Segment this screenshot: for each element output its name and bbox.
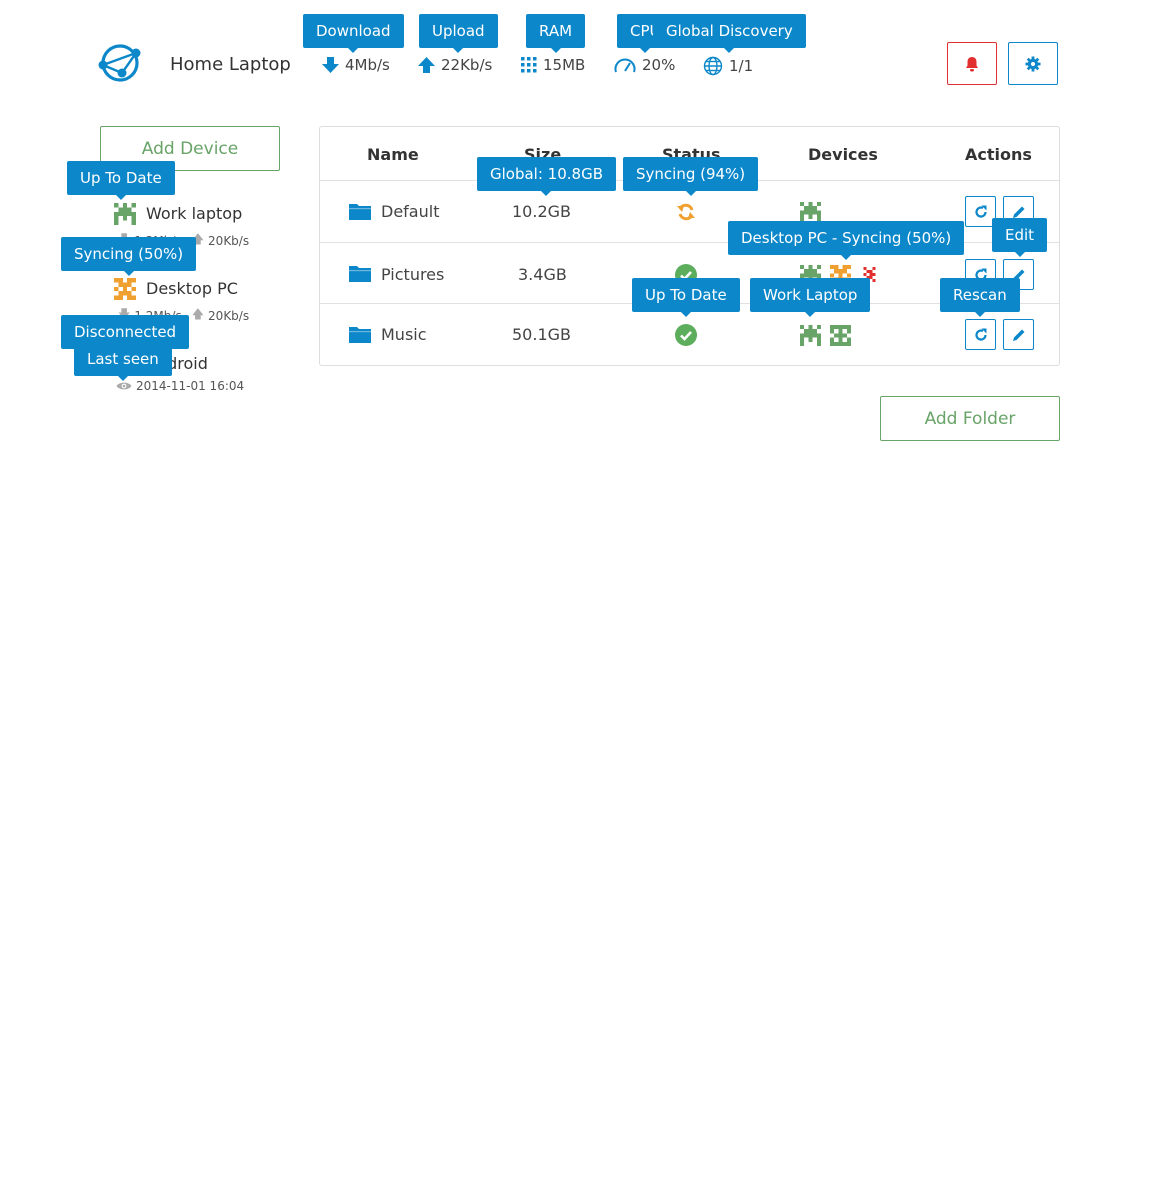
device-name-label: Desktop PC	[146, 279, 238, 298]
folder-name: Default	[381, 202, 440, 221]
bell-icon	[966, 56, 978, 71]
tooltip-pictures-desktop: Desktop PC - Syncing (50%)	[728, 221, 965, 260]
rescan-icon	[974, 205, 987, 218]
tooltip-rescan: Rescan	[940, 278, 1020, 317]
edit-icon	[1012, 329, 1024, 341]
edit-icon	[1012, 206, 1024, 218]
cpu-usage: 20%	[614, 56, 675, 74]
gear-icon	[1025, 56, 1041, 71]
add-folder-button[interactable]: Add Folder	[880, 396, 1060, 441]
folder-icon	[349, 266, 371, 282]
settings-button[interactable]	[1008, 42, 1058, 85]
download-rate: 4Mb/s	[322, 56, 390, 74]
device-identicon	[800, 325, 821, 346]
notifications-button[interactable]	[947, 42, 997, 85]
folder-size: 3.4GB	[518, 265, 567, 284]
upload-icon: 🡅	[191, 307, 205, 321]
folder-icon	[349, 204, 371, 220]
last-seen-value: 2014-11-01 16:04	[136, 379, 245, 393]
upload-rate: 22Kb/s	[418, 56, 492, 74]
download-icon	[322, 57, 339, 73]
rescan-icon	[974, 328, 987, 341]
discovery-value: 1/1	[729, 57, 754, 75]
upload-icon	[418, 57, 435, 73]
sync-icon	[677, 203, 695, 221]
tooltip-default-status: Syncing (94%)	[623, 157, 759, 196]
tooltip-discovery: Global Discovery	[653, 14, 806, 53]
device-identicon	[800, 202, 821, 223]
folder-name: Pictures	[381, 265, 445, 284]
rescan-button[interactable]	[965, 319, 996, 350]
folder-name: Music	[381, 325, 427, 344]
tooltip-music-work-laptop: Work Laptop	[750, 278, 871, 317]
folder-size: 10.2GB	[512, 202, 571, 221]
tooltip-download: Download	[303, 14, 404, 53]
ram-value: 15MB	[543, 56, 586, 74]
device-name: Home Laptop	[170, 54, 291, 75]
tooltip-global-size: Global: 10.8GB	[477, 157, 616, 196]
col-header-devices: Devices	[808, 145, 878, 164]
ram-usage: 15MB	[521, 56, 585, 74]
discovery-status: 1/1	[703, 56, 753, 76]
device-identicon	[114, 278, 136, 300]
folder-size: 50.1GB	[512, 325, 571, 344]
tooltip-desktop-status: Syncing (50%)	[61, 237, 197, 276]
cpu-icon	[614, 58, 636, 73]
cpu-value: 20%	[642, 56, 676, 74]
ram-icon	[521, 57, 537, 73]
download-value: 4Mb/s	[345, 56, 390, 74]
check-icon	[675, 324, 697, 346]
col-header-name: Name	[367, 145, 419, 164]
edit-button[interactable]	[1003, 319, 1034, 350]
tooltip-edit: Edit	[992, 218, 1048, 257]
device-identicon	[114, 203, 136, 225]
logo-icon	[98, 44, 141, 82]
device-upload: 20Kb/s	[208, 308, 250, 323]
app-logo[interactable]	[98, 42, 144, 84]
folder-icon	[349, 327, 371, 343]
tooltip-music-status: Up To Date	[632, 278, 740, 317]
device-identicon	[830, 325, 851, 346]
device-upload: 20Kb/s	[208, 233, 250, 248]
col-header-actions: Actions	[965, 145, 1032, 164]
upload-value: 22Kb/s	[441, 56, 493, 74]
device-last-seen: 2014-11-01 16:04	[116, 379, 244, 393]
globe-icon	[703, 56, 723, 76]
device-name-label: Work laptop	[146, 204, 243, 223]
tooltip-last-seen: Last seen	[74, 342, 172, 381]
eye-icon	[116, 382, 132, 390]
tooltip-ram: RAM	[526, 14, 586, 53]
tooltip-work-laptop-status: Up To Date	[67, 161, 175, 200]
tooltip-upload: Upload	[419, 14, 498, 53]
